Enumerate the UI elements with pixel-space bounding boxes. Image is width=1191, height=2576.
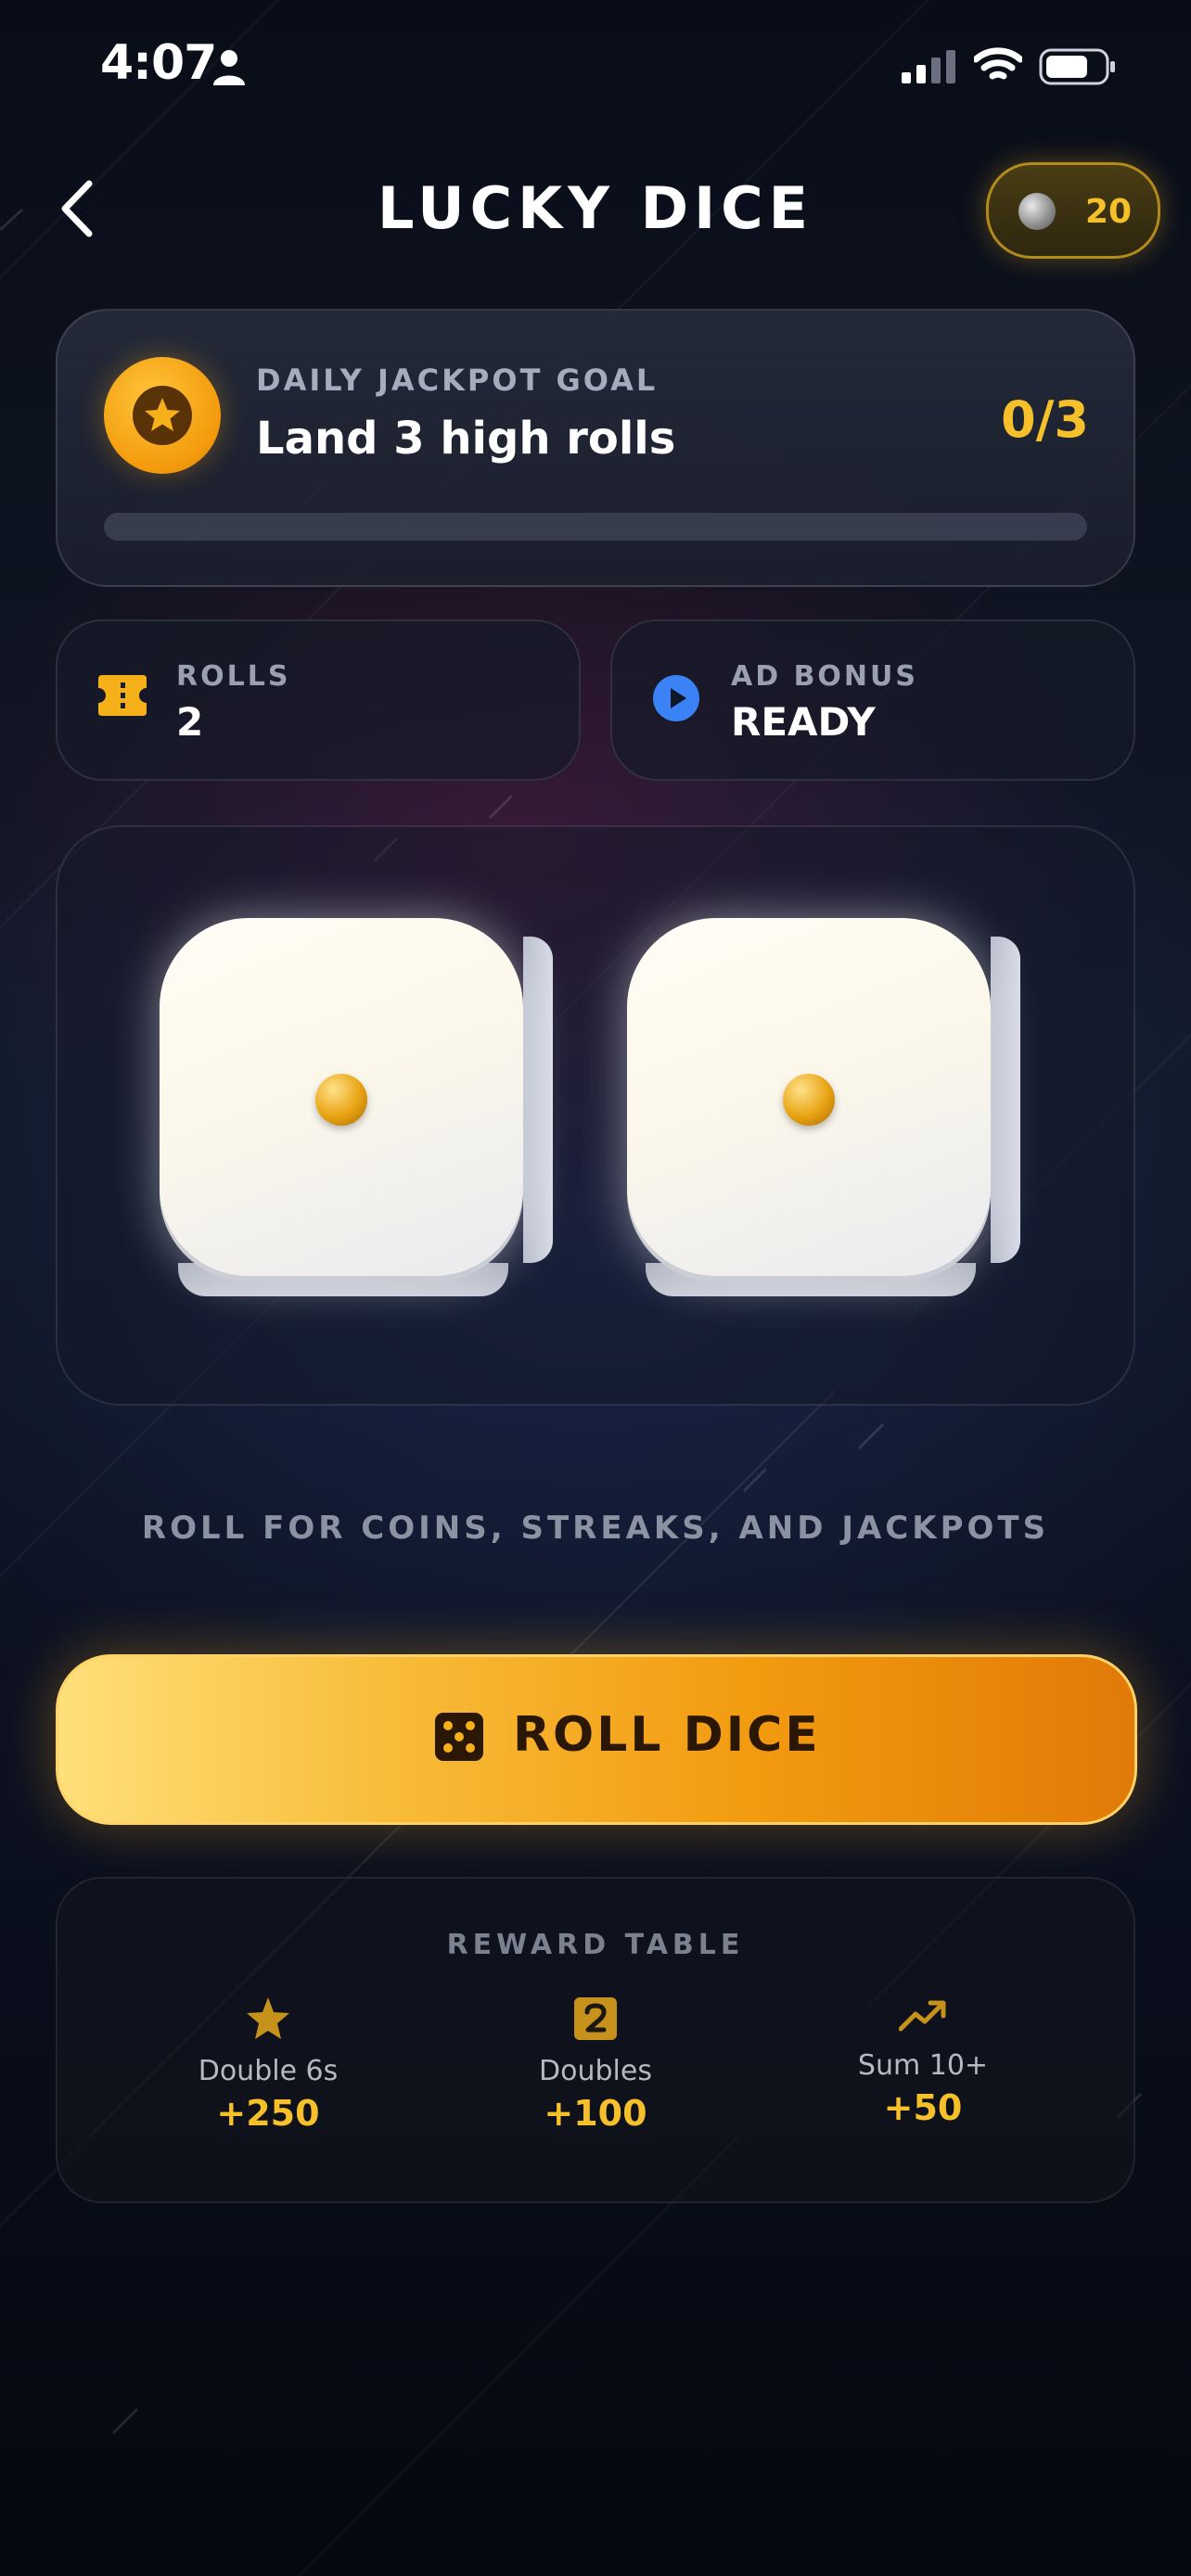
die-face [627,918,991,1282]
jackpot-progress-bar [104,513,1087,541]
die-face [160,918,523,1282]
reward-table-title: REWARD TABLE [446,1929,745,1961]
star-icon [145,398,180,431]
rolls-stat-card: ROLLS 2 [56,619,581,781]
ad-bonus-value: READY [731,699,876,745]
dice-stage [56,825,1135,1406]
rolls-value: 2 [176,699,204,745]
ad-bonus-label: AD BONUS [731,660,919,693]
status-time: 4:07 [100,35,217,91]
ad-bonus-card[interactable]: AD BONUS READY [610,619,1135,781]
die-pip [315,1074,367,1126]
die-pip [783,1074,835,1126]
reward-name: Doubles [539,2055,652,2087]
die-right [627,918,1020,1333]
roll-dice-label: ROLL DICE [513,1707,821,1763]
reward-value: +250 [216,2093,320,2134]
dice-icon [435,1713,483,1761]
reward-table: REWARD TABLE Double 6s +250 Doubles +100… [56,1877,1135,2203]
jackpot-progress-count: 0/3 [1001,390,1089,449]
rolls-label: ROLLS [176,660,291,693]
tagline: ROLL FOR COINS, STREAKS, AND JACKPOTS [141,1510,1050,1547]
roll-dice-button[interactable]: ROLL DICE [56,1654,1137,1825]
daily-jackpot-card: DAILY JACKPOT GOAL Land 3 high rolls 0/3 [56,309,1135,587]
reward-item-double-sixes: Double 6s +250 [129,1997,407,2134]
trending-up-icon [899,2000,946,2032]
reward-value: +50 [883,2087,963,2128]
star-icon [247,1997,289,2039]
reward-item-sum-ten: Sum 10+ +50 [784,1997,1062,2128]
reward-item-doubles: Doubles +100 [456,1997,735,2134]
play-circle-icon [653,675,699,721]
reward-value: +100 [544,2093,647,2134]
coin-icon [1018,193,1056,230]
signal-icon [902,50,955,83]
reward-name: Double 6s [198,2055,339,2087]
die-left [160,918,553,1333]
jackpot-medal-icon [104,357,221,474]
ticket-icon [98,675,147,716]
reward-name: Sum 10+ [857,2049,989,2082]
battery-icon [1039,48,1115,85]
two-badge-icon [574,1997,617,2040]
coin-balance-badge[interactable]: 20 [986,162,1160,259]
coin-count: 20 [1085,193,1133,231]
person-icon [213,50,245,85]
jackpot-label: DAILY JACKPOT GOAL [256,363,659,398]
status-bar: 4:07 [0,0,1191,139]
wifi-icon [974,47,1022,80]
jackpot-goal: Land 3 high rolls [256,413,676,465]
